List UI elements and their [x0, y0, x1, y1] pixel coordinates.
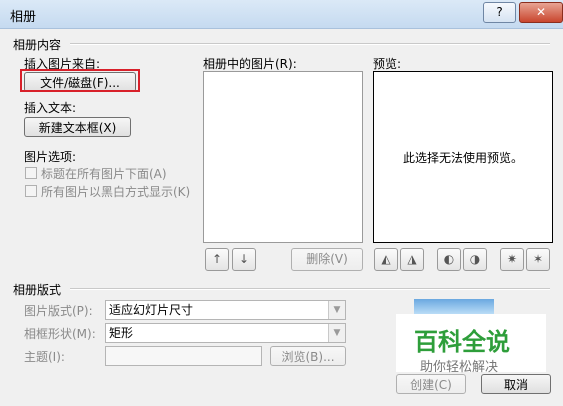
preview-pane: 此选择无法使用预览。 [373, 71, 553, 243]
group-separator [70, 43, 550, 45]
brightness-down-icon: ✶ [532, 252, 544, 266]
move-up-button[interactable]: ↑ [205, 248, 229, 271]
contrast-down-button[interactable]: ◑ [463, 248, 487, 271]
cancel-button[interactable]: 取消 [481, 374, 551, 394]
brightness-up-button[interactable]: ✷ [500, 248, 524, 271]
pictures-in-album-label: 相册中的图片(R): [203, 57, 297, 71]
frame-shape-label: 相框形状(M): [24, 327, 96, 341]
theme-label: 主题(I): [24, 350, 65, 364]
picture-layout-label: 图片版式(P): [24, 304, 93, 318]
contrast-up-button[interactable]: ◐ [437, 248, 461, 271]
theme-field[interactable] [105, 346, 262, 366]
move-down-button[interactable]: ↓ [232, 248, 256, 271]
help-button[interactable]: ? [483, 2, 516, 23]
captions-checkbox[interactable] [25, 167, 37, 179]
rotate-right-button[interactable]: ◮ [400, 248, 424, 271]
chevron-down-icon: ▼ [328, 301, 345, 319]
insert-text-label: 插入文本: [24, 101, 77, 115]
preview-label: 预览: [373, 57, 402, 71]
new-textbox-button[interactable]: 新建文本框(X) [24, 117, 131, 137]
create-button[interactable]: 创建(C) [396, 374, 466, 394]
rotate-right-icon: ◮ [407, 252, 417, 266]
album-layout-group-title: 相册版式 [13, 283, 62, 297]
rotate-left-icon: ◭ [381, 252, 391, 266]
captions-option-label: 标题在所有图片下面(A) [41, 167, 167, 181]
frame-shape-select[interactable]: 矩形 ▼ [105, 323, 346, 343]
brightness-up-icon: ✷ [506, 252, 518, 266]
picture-layout-select[interactable]: 适应幻灯片尺寸 ▼ [105, 300, 346, 320]
browse-button[interactable]: 浏览(B)... [270, 346, 346, 366]
contrast-up-icon: ◐ [443, 252, 455, 266]
chevron-down-icon: ▼ [328, 324, 345, 342]
black-white-checkbox[interactable] [25, 185, 37, 197]
close-button[interactable]: ✕ [519, 2, 563, 23]
preview-message: 此选择无法使用预览。 [402, 151, 523, 165]
brightness-down-button[interactable]: ✶ [526, 248, 550, 271]
watermark-sub-text: 助你轻松解决 [420, 360, 499, 375]
picture-options-label: 图片选项: [24, 150, 77, 164]
window-title: 相册 [10, 10, 37, 25]
pictures-listbox[interactable] [203, 71, 363, 243]
group-separator [70, 288, 550, 290]
frame-shape-value: 矩形 [109, 326, 134, 340]
remove-button[interactable]: 删除(V) [291, 248, 363, 271]
album-content-group-title: 相册内容 [13, 38, 62, 52]
contrast-down-icon: ◑ [469, 252, 481, 266]
arrow-up-icon: ↑ [211, 252, 223, 266]
title-bar: 相册 ? ✕ [0, 0, 563, 29]
black-white-option-label: 所有图片以黑白方式显示(K) [41, 185, 191, 199]
arrow-down-icon: ↓ [238, 252, 250, 266]
layout-preview-thumbnail [414, 299, 494, 315]
watermark-main-text: 百科全说 [414, 328, 510, 356]
album-dialog: 相册 ? ✕ 相册内容 插入图片来自: 文件/磁盘(F)... 插入文本: 新建… [0, 0, 563, 406]
highlight-box [20, 69, 140, 92]
picture-layout-value: 适应幻灯片尺寸 [109, 303, 194, 317]
rotate-left-button[interactable]: ◭ [374, 248, 398, 271]
